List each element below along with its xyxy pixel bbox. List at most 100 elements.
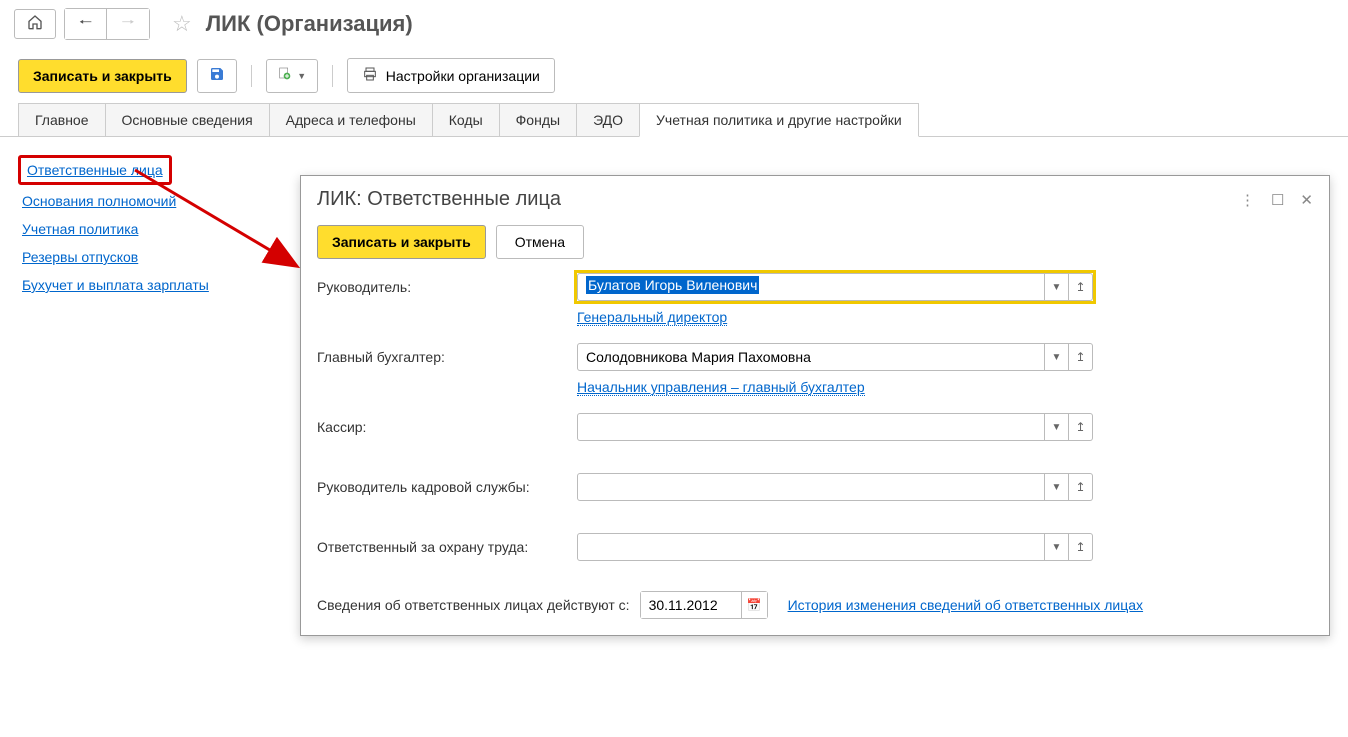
home-icon <box>27 14 43 35</box>
arrow-left-icon: 🠐 <box>79 12 92 37</box>
panel-controls: ⋮ ☐ ✕ <box>1240 191 1313 209</box>
top-nav: 🠐 🠒 ☆ ЛИК (Организация) <box>0 0 1348 48</box>
input-wrap-safety: ▼ ↥ <box>577 533 1093 561</box>
hr-input[interactable] <box>577 473 1045 501</box>
cashier-input[interactable] <box>577 413 1045 441</box>
caret-down-icon: ▼ <box>297 71 306 81</box>
open-button[interactable]: ↥ <box>1069 343 1093 371</box>
label-accountant: Главный бухгалтер: <box>317 349 577 365</box>
director-input-value: Булатов Игорь Виленович <box>586 276 759 294</box>
date-input-wrap: 📅 <box>640 591 768 619</box>
tab-main[interactable]: Главное <box>18 103 106 136</box>
printer-icon <box>362 66 378 85</box>
caret-down-icon: ▼ <box>1052 542 1062 553</box>
open-button[interactable]: ↥ <box>1069 533 1093 561</box>
dropdown-button[interactable]: ▼ <box>1045 473 1069 501</box>
open-button[interactable]: ↥ <box>1069 413 1093 441</box>
calendar-icon: 📅 <box>747 598 762 612</box>
sidebar-item-policy[interactable]: Учетная политика <box>18 215 298 243</box>
tab-edo[interactable]: ЭДО <box>576 103 640 136</box>
input-wrap-hr: ▼ ↥ <box>577 473 1093 501</box>
field-row-safety: Ответственный за охрану труда: ▼ ↥ <box>317 533 1313 561</box>
label-cashier: Кассир: <box>317 419 577 435</box>
open-icon: ↥ <box>1075 420 1085 434</box>
label-hr: Руководитель кадровой службы: <box>317 479 577 495</box>
open-icon: ↥ <box>1075 280 1085 294</box>
field-row-hr: Руководитель кадровой службы: ▼ ↥ <box>317 473 1313 501</box>
tab-addresses[interactable]: Адреса и телефоны <box>269 103 433 136</box>
history-link[interactable]: История изменения сведений об ответствен… <box>788 597 1143 613</box>
back-button[interactable]: 🠐 <box>65 9 107 39</box>
separator <box>251 65 252 87</box>
effective-date-label: Сведения об ответственных лицах действую… <box>317 597 630 613</box>
create-dropdown-button[interactable]: ▼ <box>266 59 318 93</box>
responsible-panel: ЛИК: Ответственные лица ⋮ ☐ ✕ Записать и… <box>300 175 1330 636</box>
forward-button[interactable]: 🠒 <box>107 9 149 39</box>
label-safety: Ответственный за охрану труда: <box>317 539 577 555</box>
close-icon[interactable]: ✕ <box>1300 191 1313 209</box>
position-row-director: Генеральный директор <box>317 309 1313 325</box>
dropdown-button[interactable]: ▼ <box>1045 413 1069 441</box>
dropdown-button[interactable]: ▼ <box>1045 343 1069 371</box>
safety-input[interactable] <box>577 533 1045 561</box>
sidebar-item-authority[interactable]: Основания полномочий <box>18 187 298 215</box>
panel-footer: Сведения об ответственных лицах действую… <box>317 591 1313 619</box>
input-wrap-accountant: ▼ ↥ <box>577 343 1093 371</box>
effective-date-input[interactable] <box>641 592 741 618</box>
tab-accounting-policy[interactable]: Учетная политика и другие настройки <box>639 103 919 137</box>
sidebar-item-vacation[interactable]: Резервы отпусков <box>18 243 298 271</box>
field-row-cashier: Кассир: ▼ ↥ <box>317 413 1313 441</box>
accountant-input[interactable] <box>577 343 1045 371</box>
panel-header: ЛИК: Ответственные лица ⋮ ☐ ✕ <box>301 176 1329 219</box>
caret-down-icon: ▼ <box>1052 282 1062 293</box>
content: Ответственные лица Основания полномочий … <box>0 137 1348 313</box>
open-icon: ↥ <box>1075 350 1085 364</box>
caret-down-icon: ▼ <box>1052 482 1062 493</box>
floppy-icon <box>209 66 225 86</box>
panel-save-close-button[interactable]: Записать и закрыть <box>317 225 486 259</box>
input-wrap-cashier: ▼ ↥ <box>577 413 1093 441</box>
tab-basic-info[interactable]: Основные сведения <box>105 103 270 136</box>
more-icon[interactable]: ⋮ <box>1240 191 1255 209</box>
tab-funds[interactable]: Фонды <box>499 103 577 136</box>
dropdown-button[interactable]: ▼ <box>1045 273 1069 301</box>
open-button[interactable]: ↥ <box>1069 473 1093 501</box>
accountant-position-link[interactable]: Начальник управления – главный бухгалтер <box>577 379 865 396</box>
panel-body: Руководитель: Булатов Игорь Виленович ▼ … <box>301 273 1329 635</box>
sidebar: Ответственные лица Основания полномочий … <box>18 151 298 299</box>
maximize-icon[interactable]: ☐ <box>1271 191 1284 209</box>
star-icon[interactable]: ☆ <box>172 11 192 37</box>
position-row-accountant: Начальник управления – главный бухгалтер <box>317 379 1313 395</box>
calendar-button[interactable]: 📅 <box>741 592 767 618</box>
org-settings-label: Настройки организации <box>386 68 540 84</box>
director-position-link[interactable]: Генеральный директор <box>577 309 727 326</box>
home-button[interactable] <box>14 9 56 39</box>
field-row-director: Руководитель: Булатов Игорь Виленович ▼ … <box>317 273 1313 301</box>
open-icon: ↥ <box>1075 480 1085 494</box>
nav-button-group: 🠐 🠒 <box>64 8 150 40</box>
arrow-right-icon: 🠒 <box>121 12 134 37</box>
tab-codes[interactable]: Коды <box>432 103 500 136</box>
tabs: Главное Основные сведения Адреса и телеф… <box>0 103 1348 137</box>
panel-toolbar: Записать и закрыть Отмена <box>301 219 1329 273</box>
caret-down-icon: ▼ <box>1052 422 1062 433</box>
save-button[interactable] <box>197 59 237 93</box>
director-input[interactable]: Булатов Игорь Виленович <box>577 273 1045 301</box>
open-icon: ↥ <box>1075 540 1085 554</box>
org-settings-button[interactable]: Настройки организации <box>347 58 555 93</box>
field-row-accountant: Главный бухгалтер: ▼ ↥ <box>317 343 1313 371</box>
dropdown-button[interactable]: ▼ <box>1045 533 1069 561</box>
panel-title: ЛИК: Ответственные лица <box>317 188 1240 211</box>
panel-cancel-button[interactable]: Отмена <box>496 225 584 259</box>
main-toolbar: Записать и закрыть ▼ Настройки организац… <box>0 48 1348 103</box>
open-button[interactable]: ↥ <box>1069 273 1093 301</box>
sidebar-item-salary[interactable]: Бухучет и выплата зарплаты <box>18 271 298 299</box>
label-director: Руководитель: <box>317 279 577 295</box>
sidebar-item-responsible[interactable]: Ответственные лица <box>18 155 172 185</box>
caret-down-icon: ▼ <box>1052 352 1062 363</box>
input-wrap-director: Булатов Игорь Виленович ▼ ↥ <box>577 273 1093 301</box>
page-title: ЛИК (Организация) <box>206 11 413 37</box>
document-plus-icon <box>277 66 293 86</box>
separator <box>332 65 333 87</box>
save-close-button[interactable]: Записать и закрыть <box>18 59 187 93</box>
